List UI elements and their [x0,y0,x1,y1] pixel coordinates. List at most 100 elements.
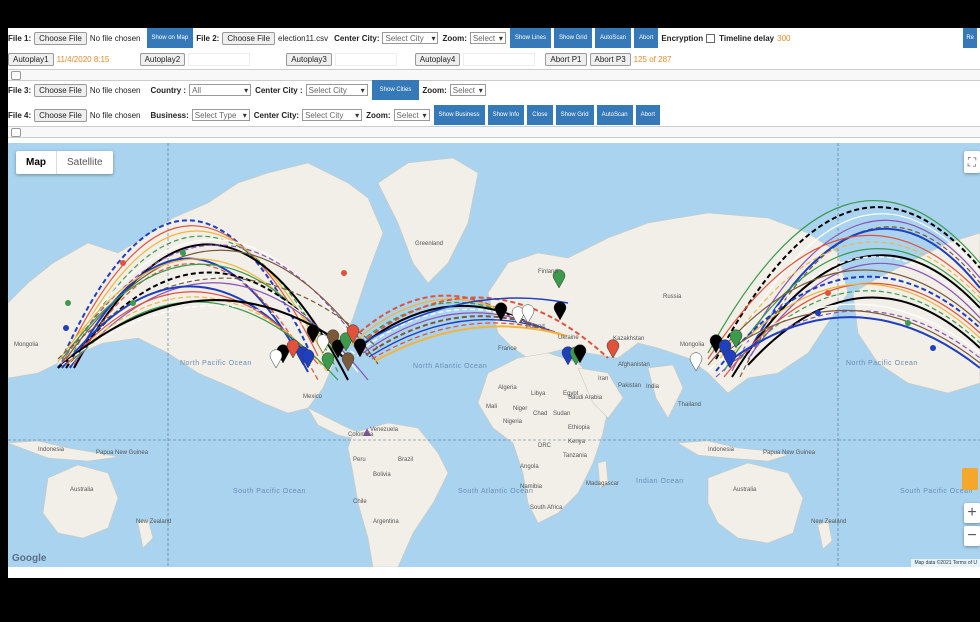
label-bolivia: Bolivia [373,472,391,478]
app-window: File 1: Choose File No file chosen Show … [8,28,980,578]
file2-filename: election11.csv [278,33,329,43]
zoom-select-4[interactable]: Select [393,109,430,122]
label-finland: Finland [538,269,558,275]
label-mongolia-right: Mongolia [680,342,705,348]
arc-waypoint [825,290,831,296]
label-greenland: Greenland [415,241,443,247]
show-lines-button[interactable]: Show Lines [509,28,551,48]
abort-p3-button[interactable]: Abort P3 [589,52,631,66]
abort-button-4[interactable]: Abort [635,105,660,125]
greenland [377,157,479,284]
autoscan-button-4[interactable]: AutoScan [596,105,633,125]
center-city-label-3: Center City : [255,85,303,95]
arc-waypoint [341,270,347,276]
abort-button-1[interactable]: Abort [634,28,659,48]
ocean-indian: Indian Ocean [636,478,684,485]
file4-status: No file chosen [89,110,141,120]
map-type-control: Map Satellite [16,151,113,174]
autoplay3-button[interactable]: Autoplay3 [286,52,332,66]
map-marker-icon[interactable] [689,352,703,372]
arc-waypoint [120,260,126,266]
file4-choose-button[interactable]: Choose File [34,108,87,122]
close-button[interactable]: Close [527,105,553,125]
zoom-in-button[interactable]: + [964,503,980,523]
right-cut-button[interactable]: Re [963,28,977,48]
file2-label: File 2: [196,33,220,43]
autoplay1-date[interactable]: 11/4/2020 8:15 [57,55,137,64]
center-city-label-1: Center City: [334,33,380,43]
south-america [347,422,449,567]
zoom-select-1[interactable]: Select [469,32,506,45]
label-angola: Angola [520,464,539,470]
zoom-label-4: Zoom: [366,110,391,120]
label-tanzania: Tanzania [563,453,588,459]
center-city-select-1[interactable]: Select City [382,32,439,45]
label-india: India [646,384,660,390]
label-indonesia-left: Indonesia [38,447,65,453]
toolbar-row-3: File 3: Choose File No file chosen Count… [8,80,490,100]
encryption-checkbox[interactable] [706,33,716,43]
google-logo: Google [12,553,47,564]
label-mexico: Mexico [303,394,323,400]
ocean-npac-left: North Pacific Ocean [180,360,252,367]
autoplay2-input[interactable] [188,52,251,66]
zoom-out-button[interactable]: − [964,526,980,546]
file1-choose-button[interactable]: Choose File [34,31,87,45]
timeline-delay-input[interactable]: 300 [777,34,823,43]
abort-p1-button[interactable]: Abort P1 [545,52,587,66]
show-grid-button-1[interactable]: Show Grid [553,28,592,48]
autoplay2-button[interactable]: Autoplay2 [139,52,186,66]
grid-lines [8,143,980,567]
label-brazil: Brazil [398,457,413,463]
slider-handle-2[interactable] [11,128,21,137]
center-city-select-4[interactable]: Select City [302,109,363,122]
label-indonesia-right: Indonesia [708,447,735,453]
label-colombia: Colombia [348,432,374,438]
map-marker-icon[interactable] [341,352,355,372]
street-view-pegman-icon[interactable] [962,468,978,490]
autoscan-button-1[interactable]: AutoScan [594,28,631,48]
timeline-slider-2[interactable] [8,126,980,138]
autoplay3-input[interactable] [334,52,397,66]
india [647,364,684,419]
country-label: Country : [150,85,187,95]
label-drc: DRC [538,443,552,449]
file3-choose-button[interactable]: Choose File [34,83,87,97]
ocean-spac-left: South Pacific Ocean [233,488,306,495]
zoom-select-3[interactable]: Select [449,84,486,97]
world-map[interactable]: Greenland Finland Russia Poland Ukraine … [8,143,980,567]
map-attribution[interactable]: Map data ©2021 Terms of U [911,559,980,567]
autoplay4-input[interactable] [463,52,536,66]
label-nigeria: Nigeria [503,419,523,425]
encryption-label: Encryption [661,33,704,43]
label-niger: Niger [513,406,527,412]
business-type-select[interactable]: Select Type [191,109,250,122]
ocean-satl: South Atlantic Ocean [458,488,533,495]
arc-waypoint [180,250,186,256]
country-select[interactable]: All [189,84,252,97]
show-grid-button-4[interactable]: Show Grid [555,105,594,125]
file2-choose-button[interactable]: Choose File [222,31,276,45]
satellite-tab[interactable]: Satellite [56,151,113,174]
label-nz-left: New Zealand [136,519,171,525]
label-chad: Chad [533,411,547,417]
show-info-button[interactable]: Show Info [487,105,525,125]
center-city-label-4: Center City: [253,110,300,120]
arc-waypoint [930,345,936,351]
center-city-select-3[interactable]: Select City [305,84,368,97]
fullscreen-button[interactable]: ⛶ [964,151,980,173]
map-marker-icon[interactable] [353,338,367,358]
australia-left [42,464,119,539]
label-saudi: Saudi Arabia [568,395,603,401]
autoplay1-button[interactable]: Autoplay1 [8,52,54,66]
label-pakistan: Pakistan [618,383,641,389]
map-tab[interactable]: Map [16,151,56,174]
label-ukraine: Ukraine [558,335,579,341]
show-cities-button[interactable]: Show Cities [371,80,420,100]
ocean-npac-right: North Pacific Ocean [846,360,918,367]
autoplay4-button[interactable]: Autoplay4 [414,52,461,66]
slider-handle-1[interactable] [11,71,21,80]
show-business-button[interactable]: Show Business [433,105,485,125]
label-south-africa: South Africa [530,505,563,511]
show-on-map-button[interactable]: Show on Map [146,28,194,48]
